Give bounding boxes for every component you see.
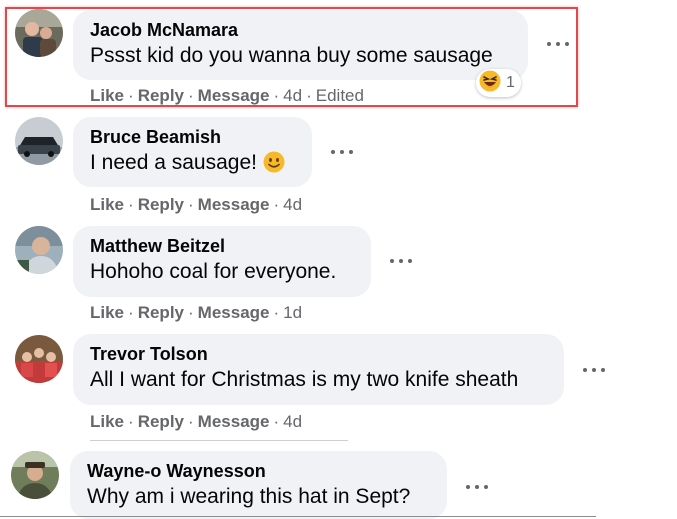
reply-link[interactable]: Reply — [138, 303, 184, 322]
comment-author[interactable]: Bruce Beamish — [90, 126, 295, 148]
avatar[interactable] — [15, 226, 63, 274]
divider — [90, 440, 348, 441]
comment-bubble: Bruce Beamish I need a sausage! — [73, 117, 312, 187]
comment-bubble: Trevor Tolson All I want for Christmas i… — [73, 334, 564, 405]
more-options-button[interactable] — [390, 254, 412, 268]
avatar[interactable] — [15, 335, 63, 383]
comment-age[interactable]: 4d — [283, 412, 302, 431]
message-link[interactable]: Message — [198, 412, 270, 431]
comment-bubble: Matthew Beitzel Hohoho coal for everyone… — [73, 226, 371, 297]
avatar[interactable] — [11, 451, 59, 499]
highlight-box — [5, 7, 578, 107]
message-link[interactable]: Message — [198, 303, 270, 322]
comment-actions: Like · Reply · Message · 1d — [90, 303, 303, 322]
message-link[interactable]: Message — [198, 195, 270, 214]
comment-author[interactable]: Trevor Tolson — [90, 343, 547, 365]
comment-author[interactable]: Wayne-o Waynesson — [87, 460, 430, 482]
reply-link[interactable]: Reply — [138, 412, 184, 431]
slight-smile-emoji-icon — [263, 151, 285, 181]
comment-text: I need a sausage! — [90, 148, 295, 181]
comment-text: All I want for Christmas is my two knife… — [90, 368, 519, 391]
more-options-button[interactable] — [331, 145, 353, 159]
comment-actions: Like · Reply · Message · 4d — [90, 412, 303, 431]
more-options-button[interactable] — [583, 363, 605, 377]
comment-age[interactable]: 4d — [283, 195, 302, 214]
comment-actions: Like · Reply · Message · 4d — [90, 195, 303, 214]
reply-link[interactable]: Reply — [138, 195, 184, 214]
comment-age[interactable]: 1d — [283, 303, 302, 322]
more-options-button[interactable] — [466, 480, 488, 494]
comment-bubble: Wayne-o Waynesson Why am i wearing this … — [70, 451, 447, 519]
like-link[interactable]: Like — [90, 303, 124, 322]
like-link[interactable]: Like — [90, 195, 124, 214]
like-link[interactable]: Like — [90, 412, 124, 431]
comment-text: Why am i wearing this hat in Sept? — [87, 485, 411, 508]
avatar[interactable] — [15, 117, 63, 165]
comment-author[interactable]: Matthew Beitzel — [90, 235, 354, 257]
comment-text: Hohoho coal for everyone. — [90, 260, 337, 283]
bottom-border — [0, 516, 596, 517]
